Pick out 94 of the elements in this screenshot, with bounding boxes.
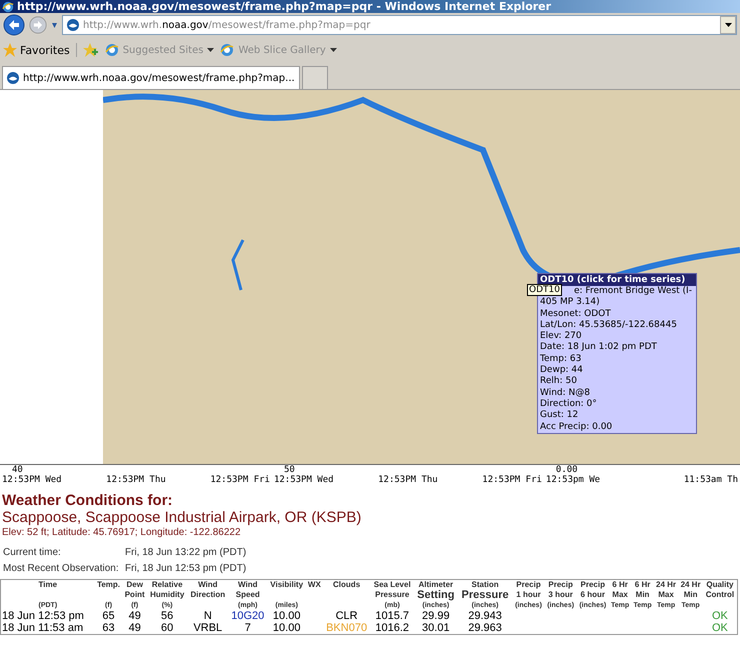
time-label: 12:53PM Fri	[482, 475, 542, 485]
table-cell: 29.963	[458, 622, 512, 634]
popup-text: Relh: 50	[539, 376, 578, 388]
browser-tab[interactable]: http://www.wrh.noaa.gov/mesowest/frame.php?map...	[2, 66, 300, 89]
forward-button[interactable]	[29, 16, 47, 34]
column-heading: Relative Humidity	[146, 580, 188, 601]
table-cell: 18 Jun 11:53 am	[0, 622, 95, 634]
popup-title[interactable]: ODT10 (click for time series)	[538, 274, 696, 286]
popup-text: 405 MP 3.14)	[539, 297, 601, 309]
table-cell-text: N	[202, 610, 213, 622]
info-label: Current time:	[3, 546, 62, 560]
column-heading: Quality Control	[702, 580, 738, 601]
table-cell-text: 10.00	[272, 610, 302, 622]
table-cell: VRBL	[187, 622, 228, 634]
column-heading: Wind Direction	[187, 580, 228, 601]
axis-label: 40	[11, 465, 23, 475]
time-label: 12:53PM Wed	[274, 475, 334, 485]
caret-icon	[207, 48, 214, 52]
column-heading: WX	[306, 580, 322, 591]
column-heading: Station Pressure	[458, 580, 512, 601]
column-heading: Precip 6 hour	[576, 580, 609, 601]
column-heading: 6 Hr Min	[631, 580, 654, 601]
column-heading: Time	[0, 580, 95, 601]
table-cell: 7	[228, 622, 268, 634]
column-heading: 6 Hr Max	[608, 580, 632, 601]
column-heading: Clouds	[322, 580, 371, 601]
table-cell-text: 56	[160, 610, 174, 622]
table-cell: 60	[146, 622, 188, 634]
popup-text: Date: 18 Jun 1:02 pm PDT	[539, 342, 658, 354]
caret-icon	[51, 22, 58, 28]
time-label: 12:53PM Thu	[106, 475, 166, 485]
e-logo-icon	[220, 43, 234, 57]
station-name: Scappoose, Scappoose Industrial Airpark, OR (KSPB)	[2, 509, 362, 526]
column-heading: Precip 3 hour	[544, 580, 577, 601]
popup-text: Dewp: 44	[539, 365, 584, 376]
table-cell-text: 29.99	[421, 610, 451, 622]
dropdown-button[interactable]	[720, 16, 736, 34]
popup-text: Direction: 0°	[539, 398, 598, 410]
time-label: 12:53PM Thu	[378, 475, 438, 485]
popup-text: Mesonet: ODOT	[539, 308, 612, 320]
popup-text: Elev: 270	[539, 331, 583, 342]
table-cell-text: 1015.7	[374, 610, 410, 622]
axis-label: 0.00	[554, 465, 578, 475]
table-cell: BKN070	[322, 622, 371, 634]
column-heading: Sea Level Pressure	[370, 580, 414, 601]
column-heading: Precip 1 hour	[512, 580, 545, 601]
section-heading: Weather Conditions for:	[2, 493, 174, 509]
column-heading: 24 Hr Min	[678, 580, 703, 601]
table-cell: 49	[122, 622, 147, 634]
favorites-button[interactable]: Favorites	[3, 43, 77, 57]
info-value: Fri, 18 Jun 13:22 pm (PDT)	[125, 546, 248, 560]
popup-text: Temp: 63	[539, 354, 582, 366]
time-label: 11:53am Th	[684, 475, 738, 485]
table-cell: 63	[94, 622, 122, 634]
popup-text: e: Fremont Bridge West (I-	[573, 286, 693, 297]
popup-text: Gust: 12	[539, 410, 580, 422]
globe-logo-icon	[67, 19, 79, 31]
e-logo-icon	[2, 0, 14, 12]
time-label: 12:53pm We	[546, 475, 600, 485]
star-icon	[3, 43, 17, 57]
caret-icon	[724, 23, 732, 27]
window-title: http://www.wrh.noaa.gov/mesowest/frame.php?map=pqr - Windows Internet Explorer	[17, 0, 552, 13]
table-cell: 10.00	[267, 622, 306, 634]
column-heading: 24 Hr Max	[654, 580, 678, 601]
popup-text: Acc Precip: 0.00	[539, 422, 614, 433]
time-label: 12:53PM Fri	[210, 475, 270, 485]
column-heading: Altimeter Setting	[414, 580, 458, 601]
caret-icon	[330, 48, 337, 52]
table-cell: OK	[702, 622, 738, 634]
table-cell-text: 29.943	[467, 610, 503, 622]
table-cell-text: 65	[101, 610, 116, 622]
column-heading: Visibility	[267, 580, 306, 601]
tooltip: ODT10	[527, 284, 562, 296]
station-location: Elev: 52 ft; Latitude: 45.76917; Longitude: -122.86222	[2, 526, 242, 539]
address-field[interactable]: http://www.wrh.noaa.gov/mesowest/frame.php?map=pqr	[62, 15, 737, 35]
table-cell: OK	[702, 610, 738, 622]
column-heading: Temp.	[94, 580, 122, 601]
back-button[interactable]	[3, 14, 25, 36]
popup-text: Wind: N@8	[539, 388, 591, 399]
table-cell-text: 49	[128, 610, 142, 622]
time-label: 12:53PM Wed	[2, 475, 62, 485]
popup-text: Lat/Lon: 45.53685/-122.68445	[539, 320, 678, 331]
globe-logo-icon	[7, 72, 19, 84]
column-heading: Wind Speed	[228, 580, 268, 601]
table-cell-text: 10G20	[230, 610, 266, 622]
column-heading: Dew Point	[122, 580, 147, 601]
table-cell: 30.01	[414, 622, 458, 634]
e-logo-icon	[104, 43, 119, 57]
info-label: Most Recent Observation:	[3, 562, 120, 576]
axis-label: 50	[282, 465, 295, 475]
table-cell-text: CLR	[334, 610, 359, 622]
table-cell-text: 18 Jun 12:53 pm	[1, 610, 85, 622]
info-value: Fri, 18 Jun 12:53 pm (PDT)	[125, 562, 248, 576]
table-cell: 1016.2	[370, 622, 414, 634]
